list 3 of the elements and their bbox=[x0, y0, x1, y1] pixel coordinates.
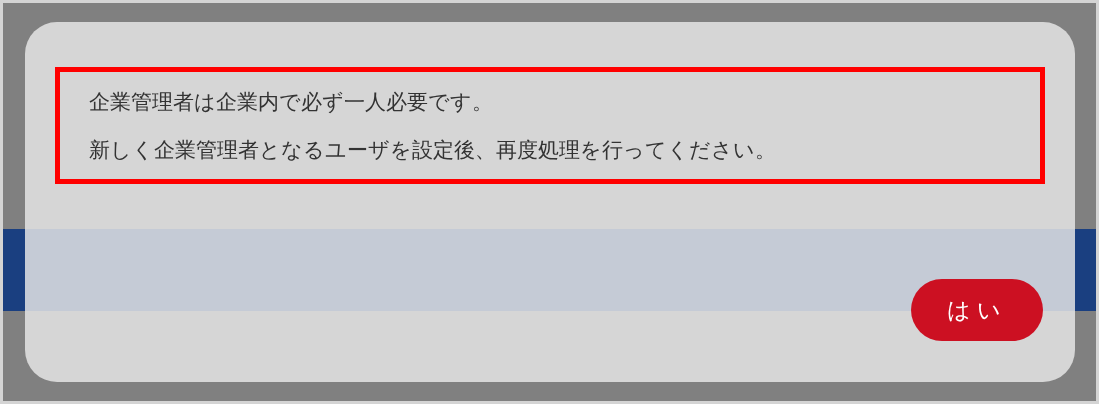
message-text: 新しく企業管理者となるユーザを設定後、再度処理を行ってください。 bbox=[89, 136, 777, 164]
yes-button[interactable]: はい bbox=[911, 279, 1043, 341]
message-text: 企業管理者は企業内で必ず一人必要です。 bbox=[89, 88, 494, 116]
